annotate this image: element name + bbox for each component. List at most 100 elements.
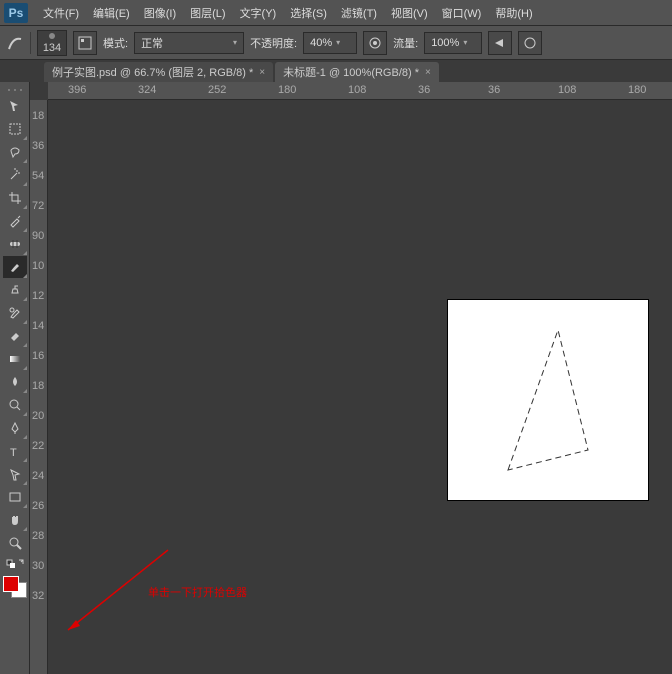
flow-dropdown[interactable]: 100% ▾ [424, 32, 482, 54]
menu-view[interactable]: 视图(V) [384, 1, 435, 25]
ruler-tick: 28 [32, 530, 44, 542]
blur-tool[interactable] [3, 371, 27, 393]
history-brush-tool[interactable] [3, 302, 27, 324]
ruler-tick: 108 [558, 84, 576, 96]
opacity-pressure-toggle[interactable] [363, 31, 387, 55]
handle-grip[interactable] [3, 86, 27, 94]
ruler-tick: 22 [32, 440, 44, 452]
ruler-tick: 32 [32, 590, 44, 602]
clone-stamp-tool[interactable] [3, 279, 27, 301]
document-tab[interactable]: 例子实图.psd @ 66.7% (图层 2, RGB/8) * × [44, 62, 273, 82]
ruler-tick: 12 [32, 290, 44, 302]
magic-wand-tool[interactable] [3, 164, 27, 186]
flow-value: 100% [431, 37, 459, 49]
main-area: T 396 324 252 180 108 36 36 108 180 18 3… [0, 82, 672, 674]
tab-title: 未标题-1 @ 100%(RGB/8) * [283, 64, 419, 80]
ruler-tick: 180 [278, 84, 296, 96]
canvas[interactable] [448, 300, 648, 500]
document-tab[interactable]: 未标题-1 @ 100%(RGB/8) * × [275, 62, 439, 82]
ruler-tick: 90 [32, 230, 44, 242]
opacity-value: 40% [310, 37, 332, 49]
airbrush-toggle[interactable] [488, 31, 512, 55]
ruler-tick: 30 [32, 560, 44, 572]
swap-default-colors[interactable] [3, 555, 27, 569]
healing-brush-tool[interactable] [3, 233, 27, 255]
annotation-text: 单击一下打开拾色器 [148, 584, 247, 600]
hand-tool[interactable] [3, 509, 27, 531]
brush-tool[interactable] [3, 256, 27, 278]
menu-image[interactable]: 图像(I) [137, 1, 183, 25]
svg-text:T: T [10, 447, 17, 458]
path-selection-tool[interactable] [3, 463, 27, 485]
chevron-down-icon: ▾ [463, 38, 467, 47]
eraser-tool[interactable] [3, 325, 27, 347]
size-pressure-toggle[interactable] [518, 31, 542, 55]
pen-tool[interactable] [3, 417, 27, 439]
tab-title: 例子实图.psd @ 66.7% (图层 2, RGB/8) * [52, 64, 253, 80]
zoom-tool[interactable] [3, 532, 27, 554]
menu-window[interactable]: 窗口(W) [435, 1, 489, 25]
ruler-tick: 20 [32, 410, 44, 422]
marquee-tool[interactable] [3, 118, 27, 140]
menu-type[interactable]: 文字(Y) [233, 1, 284, 25]
document-area: 396 324 252 180 108 36 36 108 180 18 36 … [30, 82, 672, 674]
horizontal-ruler: 396 324 252 180 108 36 36 108 180 [48, 82, 672, 100]
ruler-tick: 108 [348, 84, 366, 96]
mode-label: 模式: [103, 35, 128, 51]
menu-filter[interactable]: 滤镜(T) [334, 1, 384, 25]
foreground-color-swatch[interactable] [3, 576, 19, 592]
lasso-tool[interactable] [3, 141, 27, 163]
blend-mode-dropdown[interactable]: 正常 ▾ [134, 32, 244, 54]
crop-tool[interactable] [3, 187, 27, 209]
options-bar: 134 模式: 正常 ▾ 不透明度: 40% ▾ 流量: 100% ▾ [0, 26, 672, 60]
ruler-tick: 24 [32, 470, 44, 482]
menu-help[interactable]: 帮助(H) [488, 1, 539, 25]
close-icon[interactable]: × [425, 67, 431, 78]
canvas-viewport[interactable]: 单击一下打开拾色器 [48, 100, 672, 674]
app-logo: Ps [4, 3, 28, 23]
menu-layer[interactable]: 图层(L) [183, 1, 232, 25]
ruler-tick: 10 [32, 260, 44, 272]
flow-label: 流量: [393, 35, 418, 51]
menu-bar: Ps 文件(F) 编辑(E) 图像(I) 图层(L) 文字(Y) 选择(S) 滤… [0, 0, 672, 26]
separator [30, 32, 31, 54]
menu-select[interactable]: 选择(S) [283, 1, 334, 25]
move-tool[interactable] [3, 95, 27, 117]
selection-path [448, 300, 648, 500]
dodge-tool[interactable] [3, 394, 27, 416]
eyedropper-tool[interactable] [3, 210, 27, 232]
ruler-tick: 36 [418, 84, 430, 96]
ruler-tick: 324 [138, 84, 156, 96]
ruler-tick: 252 [208, 84, 226, 96]
rectangle-tool[interactable] [3, 486, 27, 508]
gradient-tool[interactable] [3, 348, 27, 370]
document-tabs: 例子实图.psd @ 66.7% (图层 2, RGB/8) * × 未标题-1… [0, 60, 672, 82]
ruler-tick: 72 [32, 200, 44, 212]
ruler-tick: 26 [32, 500, 44, 512]
blend-mode-value: 正常 [141, 35, 163, 51]
ruler-tick: 36 [488, 84, 500, 96]
ruler-tick: 18 [32, 110, 44, 122]
opacity-dropdown[interactable]: 40% ▾ [303, 32, 357, 54]
color-swatches [3, 576, 27, 598]
brush-size-value: 134 [43, 42, 61, 54]
chevron-down-icon: ▾ [336, 38, 340, 47]
ruler-tick: 14 [32, 320, 44, 332]
type-tool[interactable]: T [3, 440, 27, 462]
toolbox: T [0, 82, 30, 674]
chevron-down-icon: ▾ [233, 38, 237, 47]
brush-panel-toggle[interactable] [73, 31, 97, 55]
menu-edit[interactable]: 编辑(E) [86, 1, 137, 25]
opacity-label: 不透明度: [250, 35, 297, 51]
ruler-tick: 396 [68, 84, 86, 96]
ruler-tick: 180 [628, 84, 646, 96]
brush-dot-icon [49, 33, 55, 39]
ruler-tick: 18 [32, 380, 44, 392]
content-row: 18 36 54 72 90 10 12 14 16 18 20 22 24 2… [30, 100, 672, 674]
ruler-tick: 16 [32, 350, 44, 362]
close-icon[interactable]: × [259, 67, 265, 78]
menu-file[interactable]: 文件(F) [36, 1, 86, 25]
vertical-ruler: 18 36 54 72 90 10 12 14 16 18 20 22 24 2… [30, 100, 48, 674]
brush-preset-picker[interactable]: 134 [37, 30, 67, 56]
current-tool-icon [6, 34, 24, 52]
